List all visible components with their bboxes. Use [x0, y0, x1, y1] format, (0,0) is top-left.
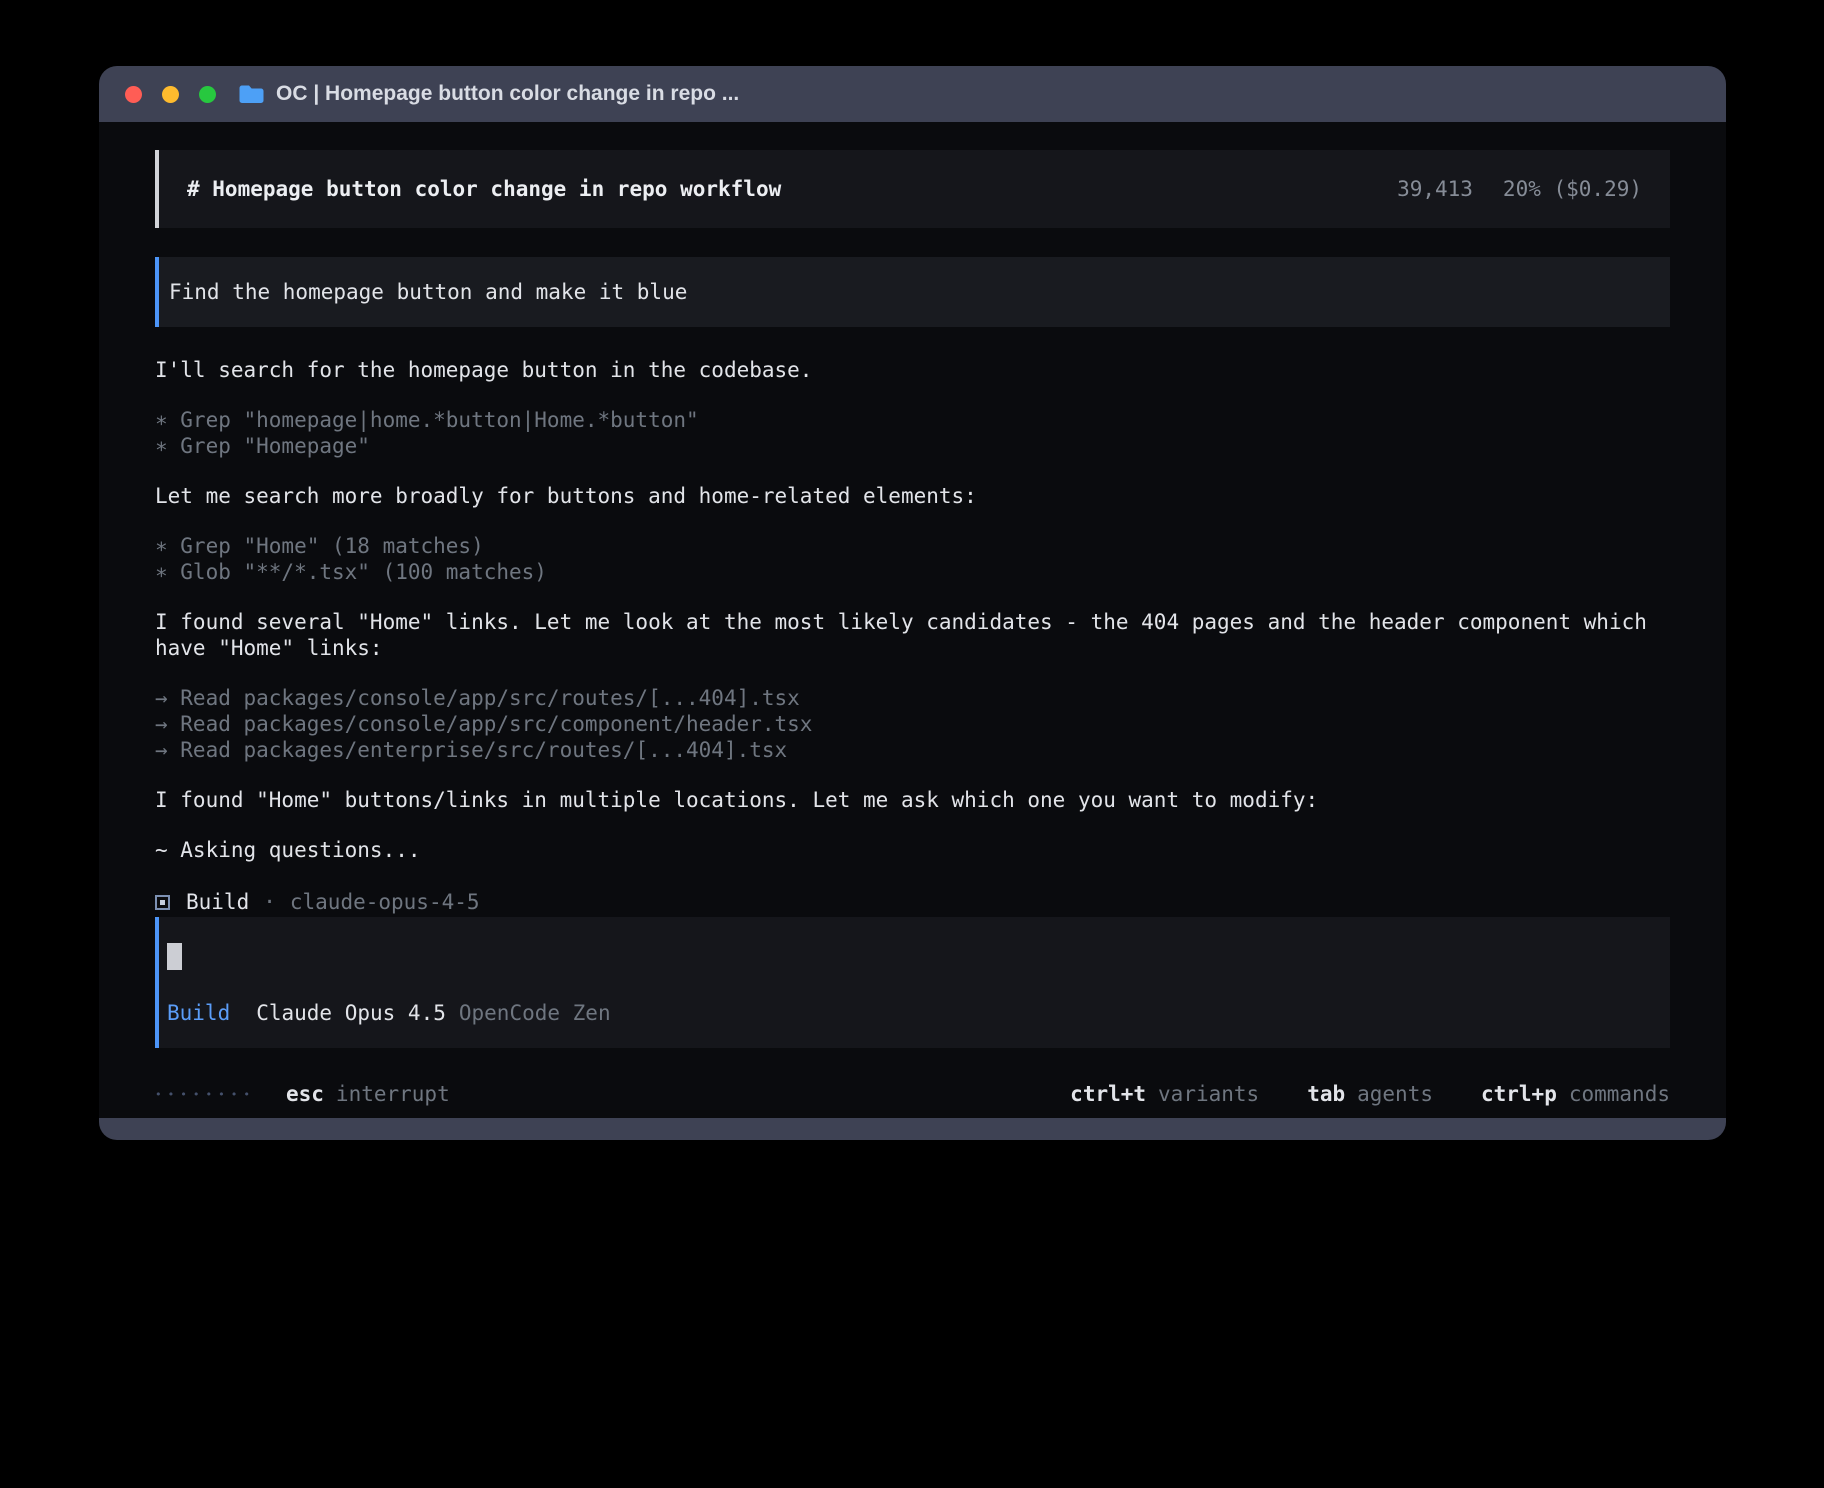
user-message-text: Find the homepage button and make it blu…	[169, 279, 687, 305]
window-controls	[125, 86, 216, 103]
tool-call-group: ∗ Grep "homepage|home.*button|Home.*butt…	[155, 407, 1670, 459]
assistant-paragraph: I'll search for the homepage button in t…	[155, 357, 1670, 383]
model-name-label: Claude Opus 4.5	[256, 1000, 446, 1026]
variants-label: variants	[1158, 1082, 1259, 1106]
tool-call-grep: ∗ Grep "Home" (18 matches)	[155, 533, 1670, 559]
desktop-background: OC | Homepage button color change in rep…	[0, 0, 1824, 1488]
terminal-window: OC | Homepage button color change in rep…	[99, 66, 1726, 1140]
session-stats: 39,413 20% ($0.29)	[1397, 176, 1642, 202]
interrupt-hint: esc interrupt	[286, 1082, 450, 1106]
tab-key-label: tab	[1307, 1082, 1345, 1106]
text-cursor-block	[167, 943, 182, 970]
window-title-group: OC | Homepage button color change in rep…	[238, 82, 739, 106]
status-bar-right: ctrl+t variants tab agents ctrl+p comman…	[1070, 1082, 1670, 1106]
token-count: 39,413	[1397, 176, 1473, 202]
variants-shortcut: ctrl+t variants	[1070, 1082, 1259, 1106]
prompt-input[interactable]: Build Claude Opus 4.5 OpenCode Zen	[155, 917, 1670, 1048]
tool-call-glob: ∗ Glob "**/*.tsx" (100 matches)	[155, 559, 1670, 585]
tool-call-read: → Read packages/enterprise/src/routes/[.…	[155, 737, 1670, 763]
agent-mode-label: Build	[167, 1000, 230, 1026]
assistant-paragraph: Let me search more broadly for buttons a…	[155, 483, 1670, 509]
progress-dots: ••••••••	[155, 1088, 256, 1101]
context-usage: 20% ($0.29)	[1503, 176, 1642, 202]
prompt-input-line[interactable]	[167, 943, 1642, 976]
provider-label: OpenCode Zen	[459, 1000, 611, 1026]
session-header: # Homepage button color change in repo w…	[155, 150, 1670, 228]
agents-shortcut: tab agents	[1307, 1082, 1433, 1106]
agents-label: agents	[1357, 1082, 1433, 1106]
assistant-paragraph: I found several "Home" links. Let me loo…	[155, 609, 1670, 661]
titlebar: OC | Homepage button color change in rep…	[99, 66, 1726, 122]
agent-model: claude-opus-4-5	[290, 889, 480, 915]
tool-call-read: → Read packages/console/app/src/componen…	[155, 711, 1670, 737]
window-title: OC | Homepage button color change in rep…	[276, 82, 739, 106]
agent-name: Build	[186, 889, 249, 915]
interrupt-label: interrupt	[336, 1082, 450, 1106]
terminal-content: # Homepage button color change in repo w…	[99, 122, 1726, 1070]
folder-icon	[238, 83, 265, 105]
ctrl-t-key-label: ctrl+t	[1070, 1082, 1146, 1106]
agent-task-row: Build · claude-opus-4-5	[155, 887, 1670, 917]
user-message: Find the homepage button and make it blu…	[155, 257, 1670, 327]
tool-call-grep: ∗ Grep "Homepage"	[155, 433, 1670, 459]
status-bar: •••••••• esc interrupt ctrl+t variants t…	[99, 1070, 1726, 1118]
asking-questions-status: ~ Asking questions...	[155, 837, 1670, 863]
assistant-paragraph: I found "Home" buttons/links in multiple…	[155, 787, 1670, 813]
commands-label: commands	[1569, 1082, 1670, 1106]
tool-call-grep: ∗ Grep "homepage|home.*button|Home.*butt…	[155, 407, 1670, 433]
esc-key-label: esc	[286, 1082, 324, 1106]
agent-square-icon	[155, 895, 170, 910]
maximize-button[interactable]	[199, 86, 216, 103]
window-bottom-edge	[99, 1118, 1726, 1140]
agent-separator: ·	[263, 889, 276, 915]
tool-call-read: → Read packages/console/app/src/routes/[…	[155, 685, 1670, 711]
minimize-button[interactable]	[162, 86, 179, 103]
close-button[interactable]	[125, 86, 142, 103]
commands-shortcut: ctrl+p commands	[1481, 1082, 1670, 1106]
tool-call-group: → Read packages/console/app/src/routes/[…	[155, 685, 1670, 763]
ctrl-p-key-label: ctrl+p	[1481, 1082, 1557, 1106]
model-status-line: Build Claude Opus 4.5 OpenCode Zen	[167, 1000, 1642, 1026]
tool-call-group: ∗ Grep "Home" (18 matches) ∗ Glob "**/*.…	[155, 533, 1670, 585]
status-bar-left: •••••••• esc interrupt	[155, 1082, 450, 1106]
session-title: # Homepage button color change in repo w…	[187, 176, 781, 202]
